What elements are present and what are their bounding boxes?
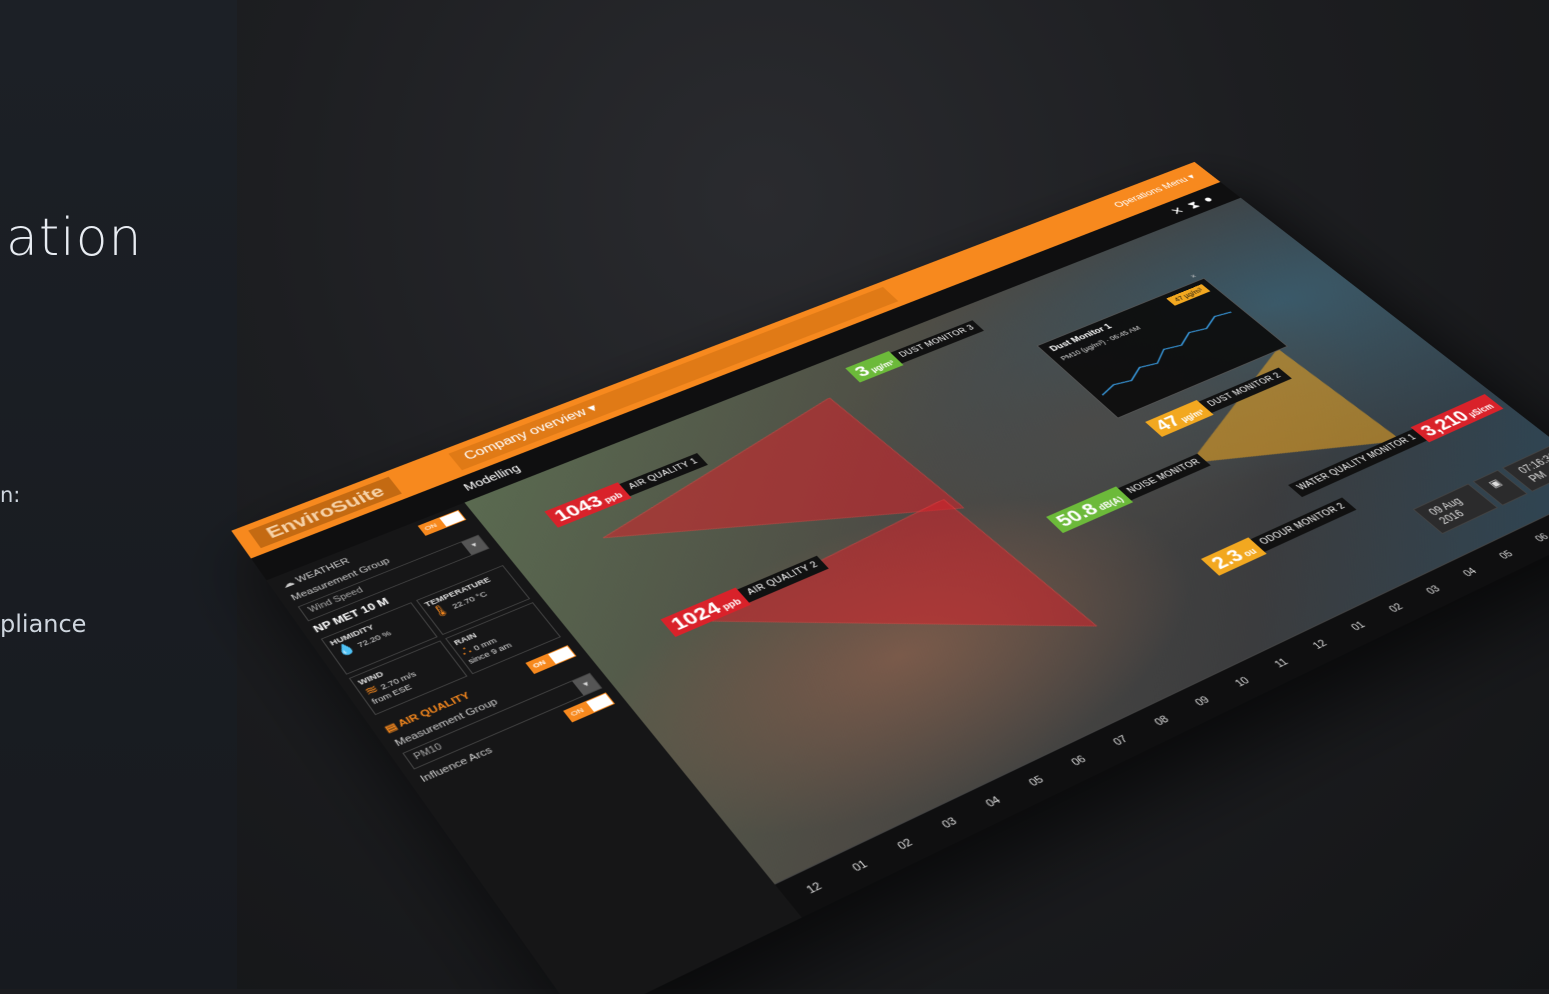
timeline-tick[interactable]: 08 (1152, 714, 1172, 728)
timeline-tick[interactable]: 05 (1027, 774, 1047, 789)
timeline-tick[interactable]: 04 (1461, 566, 1480, 578)
sensor-odour-monitor-2[interactable]: 2.3ou ODOUR MONITOR 2 (1201, 496, 1358, 576)
sensor-name: NOISE MONITOR (1118, 453, 1211, 500)
timeline-tick[interactable]: 01 (1349, 620, 1368, 633)
datetime-bar: 09 Aug 2016 ▣ 07:16:31 PM (1413, 443, 1549, 534)
timeline-tick[interactable]: 03 (940, 816, 960, 831)
sensor-value-box: 50.8dB(A) (1046, 486, 1133, 533)
timeline-tick[interactable]: 03 (1424, 584, 1443, 597)
popup-close-icon[interactable]: × (1188, 273, 1198, 280)
sensor-unit: µS/cm (1467, 403, 1497, 419)
timeline-tick[interactable]: 02 (1387, 602, 1406, 615)
timeline-tick[interactable]: 01 (850, 859, 870, 874)
timeline-tick[interactable]: 07 (1111, 734, 1131, 748)
timeline-tick[interactable]: 05 (1497, 549, 1516, 561)
timeline-tick[interactable]: 10 (1233, 675, 1252, 688)
timeline-tick[interactable]: 12 (1311, 638, 1330, 651)
sensor-noise-monitor[interactable]: 50.8dB(A) NOISE MONITOR (1046, 452, 1213, 533)
device-stage: EnviroSuite Company overview ▾ Operation… (0, 0, 1549, 989)
sensor-value: 50.8 (1051, 499, 1103, 530)
timeline-tick[interactable]: 12 (804, 881, 824, 897)
timeline-tick[interactable]: 06 (1533, 532, 1549, 544)
chevron-down-icon: ▾ (585, 402, 601, 414)
sensor-value-box: 3,210µS/cm (1411, 394, 1504, 442)
sensor-value: 3,210 (1415, 407, 1474, 440)
timeline-tick[interactable]: 02 (895, 837, 915, 852)
timeline-tick[interactable]: 04 (984, 795, 1004, 810)
timeline-tick[interactable]: 11 (1272, 657, 1291, 670)
sensor-unit: µg/m³ (869, 359, 897, 374)
sensor-value: 3 (850, 362, 874, 380)
app-screen: EnviroSuite Company overview ▾ Operation… (231, 162, 1549, 994)
sensor-value: 2.3 (1206, 545, 1249, 572)
timeline-tick[interactable]: 09 (1193, 695, 1212, 709)
sensor-unit: dB(A) (1097, 496, 1127, 512)
timeline-tick[interactable]: 06 (1069, 754, 1089, 768)
